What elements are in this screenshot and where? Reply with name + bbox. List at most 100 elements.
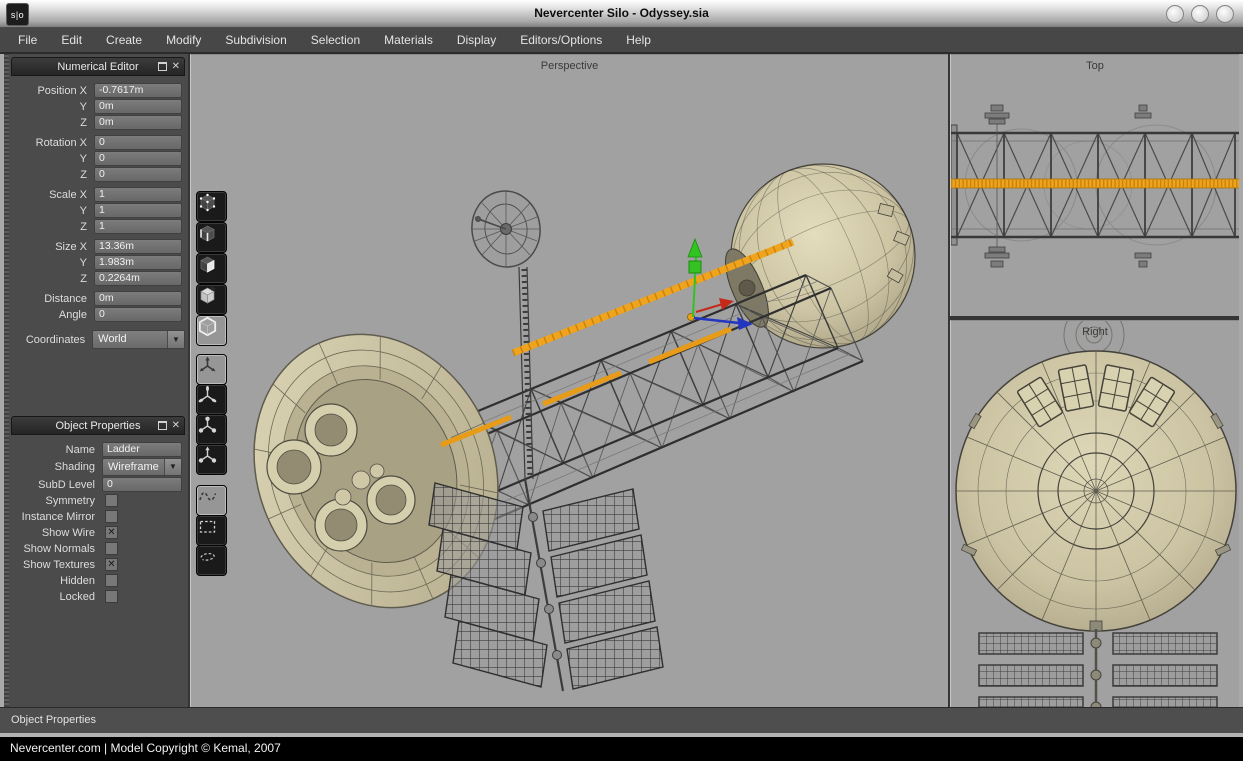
menu-modify[interactable]: Modify [154, 28, 213, 52]
field-label: Scale X [11, 189, 94, 201]
top-viewport[interactable]: Top [950, 54, 1239, 316]
angle-field[interactable]: 0 [94, 307, 182, 322]
desktop-taskbar: Nevercenter.com | Model Copyright © Kema… [0, 737, 1243, 761]
left-dock: Numerical Editor ✕ Position X-0.7617m Y0… [4, 54, 188, 707]
title-bar[interactable]: s|o Nevercenter Silo - Odyssey.sia [0, 0, 1243, 28]
lasso-select-icon [197, 546, 218, 567]
chevron-down-icon: ▼ [164, 459, 181, 475]
show-textures-checkbox[interactable]: ✕ [105, 558, 118, 571]
scale-tool-button[interactable] [196, 414, 227, 445]
rotate-tool-button[interactable] [196, 384, 227, 415]
shading-value: Wireframe [108, 461, 159, 473]
numerical-editor-header[interactable]: Numerical Editor ✕ [11, 57, 185, 76]
size-y-field[interactable]: 1.983m [94, 255, 182, 270]
field-label: Show Normals [11, 543, 102, 555]
freeform-select-button[interactable] [196, 485, 227, 516]
menu-materials[interactable]: Materials [372, 28, 445, 52]
symmetry-checkbox[interactable] [105, 494, 118, 507]
rotation-z-field[interactable]: 0 [94, 167, 182, 182]
window-frame-right [1239, 54, 1243, 733]
window-close-button[interactable] [1216, 5, 1234, 23]
window-maximize-button[interactable] [1191, 5, 1209, 23]
application-window: s|o Nevercenter Silo - Odyssey.sia File … [0, 0, 1243, 761]
size-x-field[interactable]: 13.36m [94, 239, 182, 254]
right-viewport[interactable]: Right [950, 320, 1239, 707]
move-tool-button[interactable] [196, 354, 227, 385]
menu-selection[interactable]: Selection [299, 28, 372, 52]
locked-checkbox[interactable] [105, 590, 118, 603]
coordinates-value: World [98, 333, 127, 345]
vertex-mode-button[interactable] [196, 191, 227, 222]
field-label: Y [11, 101, 94, 113]
coordinates-dropdown[interactable]: World ▼ [92, 330, 185, 349]
menu-help[interactable]: Help [614, 28, 663, 52]
vertex-mode-icon [197, 192, 218, 213]
menu-create[interactable]: Create [94, 28, 154, 52]
show-wire-checkbox[interactable]: ✕ [105, 526, 118, 539]
scale-z-field[interactable]: 1 [94, 219, 182, 234]
scale-y-field[interactable]: 1 [94, 203, 182, 218]
solar-array [429, 479, 663, 691]
perspective-scene [191, 55, 948, 707]
window-title: Nevercenter Silo - Odyssey.sia [0, 0, 1243, 28]
field-label: Y [11, 257, 94, 269]
dock-grip-handle[interactable] [4, 54, 9, 707]
rotation-x-field[interactable]: 0 [94, 135, 182, 150]
panel-maximize-icon[interactable] [158, 421, 167, 430]
move-tool-icon [197, 355, 218, 376]
size-z-field[interactable]: 0.2264m [94, 271, 182, 286]
distance-field[interactable]: 0m [94, 291, 182, 306]
right-scene [951, 321, 1239, 707]
lasso-select-button[interactable] [196, 545, 227, 576]
window-controls [1166, 5, 1234, 23]
menu-bar: File Edit Create Modify Subdivision Sele… [0, 28, 1243, 54]
panel-title: Object Properties [56, 420, 141, 432]
object-mode-button[interactable] [196, 315, 227, 346]
subd-level-field[interactable]: 0 [102, 477, 182, 492]
chevron-down-icon: ▼ [167, 331, 184, 348]
object-properties-header[interactable]: Object Properties ✕ [11, 416, 185, 435]
edge-mode-button[interactable] [196, 222, 227, 253]
perspective-viewport[interactable]: Perspective [190, 54, 948, 707]
menu-subdivision[interactable]: Subdivision [213, 28, 298, 52]
field-label: Z [11, 273, 94, 285]
field-label: Name [11, 444, 102, 456]
panel-maximize-icon[interactable] [158, 62, 167, 71]
panel-close-icon[interactable]: ✕ [172, 421, 180, 431]
top-ladder[interactable] [951, 179, 1239, 188]
hidden-checkbox[interactable] [105, 574, 118, 587]
face-mode-button[interactable] [196, 253, 227, 284]
numerical-editor-body: Position X-0.7617m Y0m Z0m Rotation X0 Y… [11, 76, 185, 347]
menu-editors-options[interactable]: Editors/Options [508, 28, 614, 52]
shading-dropdown[interactable]: Wireframe ▼ [102, 458, 182, 476]
numerical-editor-panel: Numerical Editor ✕ Position X-0.7617m Y0… [11, 57, 185, 348]
instance-mirror-checkbox[interactable] [105, 510, 118, 523]
field-label: Z [11, 169, 94, 181]
position-y-field[interactable]: 0m [94, 99, 182, 114]
menu-edit[interactable]: Edit [49, 28, 94, 52]
menu-file[interactable]: File [6, 28, 49, 52]
viewport-label: Perspective [191, 60, 948, 72]
panel-close-icon[interactable]: ✕ [172, 62, 180, 72]
gizmo-z-axis-handle[interactable] [694, 317, 753, 330]
field-label: Show Wire [11, 527, 102, 539]
show-normals-checkbox[interactable] [105, 542, 118, 555]
element-mode-button[interactable] [196, 284, 227, 315]
object-properties-body: NameLadder Shading Wireframe ▼ SubD Leve… [11, 435, 185, 604]
field-label: Symmetry [11, 495, 102, 507]
object-properties-panel: Object Properties ✕ NameLadder Shading W… [11, 416, 185, 605]
position-z-field[interactable]: 0m [94, 115, 182, 130]
field-label: Size X [11, 241, 94, 253]
rotation-y-field[interactable]: 0 [94, 151, 182, 166]
rect-select-button[interactable] [196, 515, 227, 546]
menu-display[interactable]: Display [445, 28, 508, 52]
field-label: SubD Level [11, 479, 102, 491]
universal-manipulator-button[interactable] [196, 444, 227, 475]
viewport-label: Top [951, 60, 1239, 72]
object-name-field[interactable]: Ladder [102, 442, 182, 457]
gizmo-x-axis-handle[interactable] [696, 298, 734, 312]
window-minimize-button[interactable] [1166, 5, 1184, 23]
position-x-field[interactable]: -0.7617m [94, 83, 182, 98]
scale-x-field[interactable]: 1 [94, 187, 182, 202]
scale-tool-icon [197, 415, 218, 436]
